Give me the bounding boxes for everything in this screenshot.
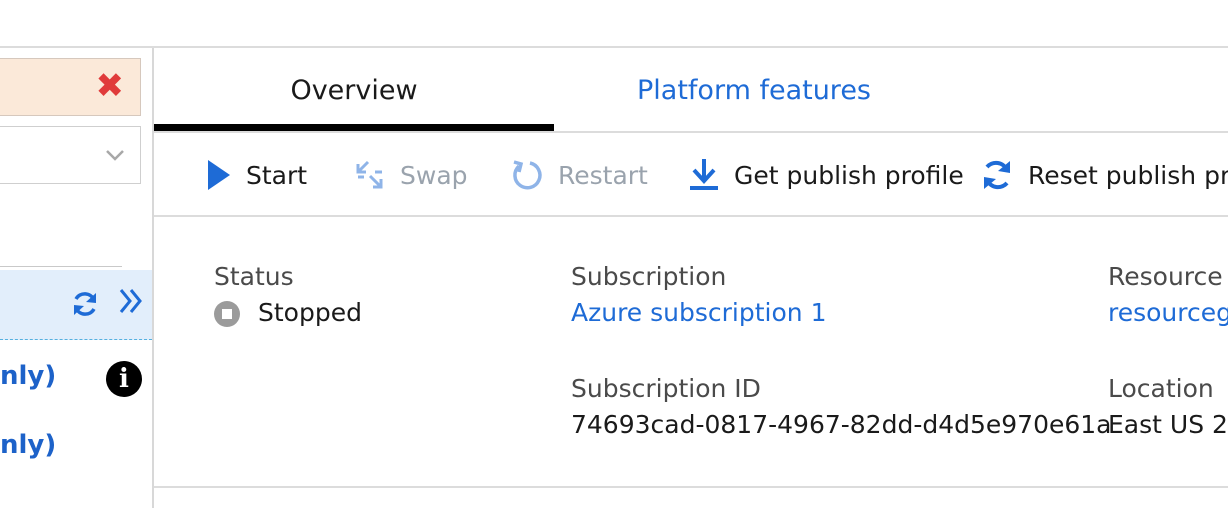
resource-group-link[interactable]: resourcegr bbox=[1108, 298, 1228, 327]
start-button[interactable]: Start bbox=[206, 152, 307, 198]
start-label: Start bbox=[246, 160, 308, 190]
download-icon bbox=[690, 159, 718, 190]
swap-label: Swap bbox=[400, 160, 468, 190]
location-value: East US 2 bbox=[1108, 410, 1228, 439]
get-publish-profile-label: Get publish profile bbox=[734, 160, 964, 190]
left-pane: ✖ nly) i nly) bbox=[0, 48, 152, 508]
subscription-id-value: 74693cad-0817-4967-82dd-d4d5e970e61a bbox=[571, 410, 1112, 439]
reset-publish-profile-label: Reset publish profil bbox=[1028, 160, 1228, 190]
reset-publish-profile-button[interactable]: Reset publish profil bbox=[980, 152, 1228, 198]
chevron-down-icon bbox=[106, 150, 124, 161]
left-divider bbox=[0, 266, 122, 267]
refresh-icon[interactable] bbox=[70, 289, 100, 319]
close-icon[interactable]: ✖ bbox=[96, 69, 125, 103]
location-label: Location bbox=[1108, 374, 1214, 403]
app-service-blade: ✖ nly) i nly) Overview Platform features… bbox=[0, 0, 1228, 508]
swap-button[interactable]: Swap bbox=[354, 152, 468, 198]
subscription-link[interactable]: Azure subscription 1 bbox=[571, 298, 826, 327]
reset-icon bbox=[984, 160, 1010, 190]
stopped-status-icon bbox=[214, 301, 240, 327]
tabs-divider bbox=[154, 131, 1228, 133]
resource-group-label: Resource g bbox=[1108, 262, 1228, 291]
selected-resource-row[interactable] bbox=[0, 270, 152, 340]
double-chevron-right-icon[interactable] bbox=[117, 284, 145, 318]
status-label: Status bbox=[214, 262, 294, 291]
play-icon bbox=[208, 160, 230, 190]
left-list-item-1[interactable]: nly) bbox=[0, 360, 56, 392]
restart-label: Restart bbox=[558, 160, 648, 190]
subscription-id-label: Subscription ID bbox=[571, 374, 761, 403]
swap-icon bbox=[356, 160, 383, 189]
active-tab-indicator bbox=[154, 124, 554, 131]
get-publish-profile-button[interactable]: Get publish profile bbox=[688, 152, 964, 198]
restart-icon bbox=[513, 160, 542, 190]
tab-platform-features[interactable]: Platform features bbox=[554, 48, 954, 132]
tab-overview[interactable]: Overview bbox=[154, 48, 554, 132]
warning-banner: ✖ bbox=[0, 58, 141, 116]
restart-button[interactable]: Restart bbox=[510, 152, 648, 198]
info-icon[interactable]: i bbox=[106, 361, 142, 397]
subscription-select[interactable] bbox=[0, 126, 141, 184]
left-list-item-2[interactable]: nly) bbox=[0, 429, 56, 461]
essentials-bottom-divider bbox=[154, 486, 1228, 488]
toolbar-divider bbox=[154, 215, 1228, 217]
subscription-label: Subscription bbox=[571, 262, 727, 291]
status-value: Stopped bbox=[258, 298, 362, 327]
